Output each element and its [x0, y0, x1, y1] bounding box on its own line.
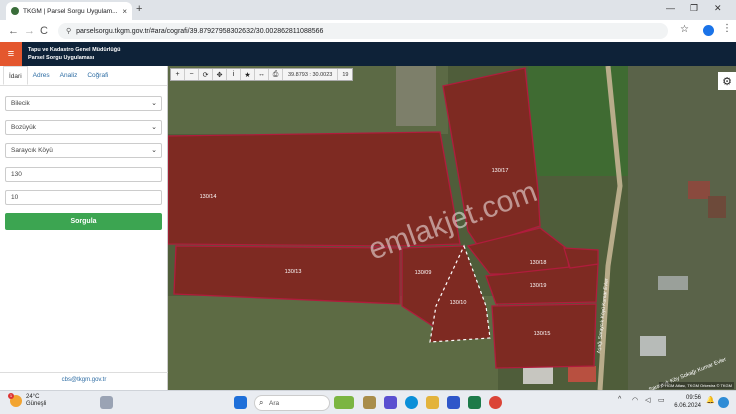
- parcel-label: 130/18: [530, 260, 547, 266]
- browser-tab[interactable]: TKGM | Parsel Sorgu Uygulam... ×: [6, 2, 132, 20]
- store-icon[interactable]: [447, 396, 460, 409]
- system-clock[interactable]: 09:56 6.06.2024: [671, 394, 701, 410]
- parcel-value: 10: [11, 194, 19, 201]
- browser-toolbar: ← → C ⚲ parselsorgu.tkgm.gov.tr/#ara/cog…: [0, 20, 736, 42]
- search-placeholder: Ara: [269, 399, 280, 407]
- chevron-down-icon: ⌄: [151, 100, 157, 107]
- parcel-label: 130/17: [492, 168, 509, 174]
- taskbar-search-input[interactable]: ⌕ Ara: [254, 395, 330, 411]
- weather-desc: Güneşli: [26, 401, 47, 407]
- folder-icon[interactable]: [426, 396, 439, 409]
- tab-cografi[interactable]: Coğrafi: [82, 66, 113, 85]
- locate-icon[interactable]: ✥: [213, 69, 227, 80]
- app-title: Tapu ve Kadastro Genel Müdürlüğü Parsel …: [28, 46, 121, 62]
- panel-tabs: İdari Adres Analiz Coğrafi: [0, 66, 167, 86]
- zoom-level: 19: [342, 71, 349, 78]
- refresh-icon[interactable]: ⟳: [199, 69, 213, 80]
- gear-icon[interactable]: ⚙: [718, 72, 736, 90]
- new-tab-button[interactable]: +: [136, 3, 142, 15]
- address-bar[interactable]: ⚲ parselsorgu.tkgm.gov.tr/#ara/cografi/3…: [58, 23, 668, 39]
- search-icon: ⌕: [259, 398, 264, 407]
- sun-icon: 1: [8, 393, 22, 407]
- province-value: Bilecik: [11, 100, 30, 107]
- chevron-down-icon: ⌄: [151, 124, 157, 131]
- browser-tabbar: TKGM | Parsel Sorgu Uygulam... × + — ❐ ✕: [0, 0, 736, 20]
- weather-temp: 24°C: [26, 394, 40, 400]
- parcel-label: 130/15: [534, 331, 551, 337]
- widgets-icon[interactable]: [100, 396, 113, 409]
- chat-app-icon[interactable]: [384, 396, 397, 409]
- forward-icon[interactable]: →: [24, 25, 35, 37]
- maximize-icon[interactable]: ❐: [690, 3, 698, 14]
- village-value: Saraycık Köyü: [11, 147, 53, 154]
- contact-email-link[interactable]: cbs@tkgm.gov.tr: [0, 372, 168, 390]
- district-select[interactable]: Bozüyük ⌄: [5, 120, 162, 135]
- app-header: ≡ Tapu ve Kadastro Genel Müdürlüğü Parse…: [0, 42, 736, 66]
- bookmark-star-icon[interactable]: ☆: [680, 24, 689, 35]
- query-button[interactable]: Sorgula: [5, 213, 162, 230]
- measure-icon[interactable]: ↔: [255, 69, 269, 80]
- chevron-down-icon: ⌄: [151, 147, 157, 154]
- tab-adres[interactable]: Adres: [28, 66, 55, 85]
- notification-bell-icon[interactable]: 🔔: [706, 396, 715, 404]
- print-icon[interactable]: ⎙: [269, 69, 283, 80]
- edge-browser-icon[interactable]: [405, 396, 418, 409]
- map-attribution: © HGM Atlası, TKGM Orkestra © TKGM: [658, 382, 734, 389]
- profile-avatar[interactable]: [703, 25, 714, 36]
- excel-icon[interactable]: [468, 396, 481, 409]
- notification-badge: 1: [8, 393, 14, 399]
- reload-icon[interactable]: C: [40, 25, 48, 37]
- map-toolbar: + − ⟳ ✥ i ★ ↔ ⎙ 39.8793 : 30.0023 19: [170, 68, 354, 81]
- favorite-star-icon[interactable]: ★: [241, 69, 255, 80]
- back-icon[interactable]: ←: [8, 25, 19, 37]
- copilot-app-icon[interactable]: [334, 396, 354, 409]
- app-title-line1: Tapu ve Kadastro Genel Müdürlüğü: [28, 47, 121, 53]
- parcel-label: 130/10: [450, 300, 467, 306]
- site-info-icon[interactable]: ⚲: [66, 27, 71, 35]
- battery-icon[interactable]: ▭: [658, 396, 665, 404]
- url-text: parselsorgu.tkgm.gov.tr/#ara/cografi/39.…: [76, 27, 324, 35]
- clock-time: 09:56: [685, 395, 701, 401]
- province-select[interactable]: Bilecik ⌄: [5, 96, 162, 111]
- weather-widget[interactable]: 1 24°C Güneşli: [8, 393, 47, 408]
- map-view[interactable]: 130/17 130/14 130/13 130/18 130/19 130/1…: [168, 66, 736, 390]
- parcel-input[interactable]: 10: [5, 190, 162, 205]
- hamburger-menu-icon[interactable]: ≡: [0, 42, 22, 66]
- tab-analiz[interactable]: Analiz: [55, 66, 83, 85]
- village-select[interactable]: Saraycık Köyü ⌄: [5, 143, 162, 158]
- zoom-in-icon[interactable]: +: [171, 69, 185, 80]
- close-window-icon[interactable]: ✕: [714, 3, 722, 14]
- parcel-label: 130/19: [530, 283, 547, 289]
- block-input[interactable]: 130: [5, 167, 162, 182]
- clock-date: 6.06.2024: [674, 403, 701, 409]
- copilot-tray-icon[interactable]: [718, 397, 729, 408]
- block-value: 130: [11, 171, 22, 178]
- satellite-map[interactable]: 130/17 130/14 130/13 130/18 130/19 130/1…: [168, 66, 736, 390]
- tab-title: TKGM | Parsel Sorgu Uygulam...: [23, 7, 118, 15]
- parcel-label: 130/14: [200, 194, 217, 200]
- tab-idari[interactable]: İdari: [3, 66, 28, 85]
- search-panel: İdari Adres Analiz Coğrafi Bilecik ⌄ Boz…: [0, 66, 168, 390]
- browser-menu-icon[interactable]: ⋮: [722, 23, 732, 34]
- parcel-label: 130/09: [415, 270, 432, 276]
- minimize-icon[interactable]: —: [666, 3, 675, 13]
- volume-icon[interactable]: ◁: [645, 396, 650, 404]
- district-value: Bozüyük: [11, 124, 36, 131]
- tab-close-icon[interactable]: ×: [122, 7, 127, 16]
- file-explorer-icon[interactable]: [363, 396, 376, 409]
- wifi-icon[interactable]: ◠: [632, 396, 638, 404]
- coordinate-readout: 39.8793 : 30.0023: [283, 69, 339, 80]
- app-title-line2: Parsel Sorgu Uygulaması: [28, 55, 95, 61]
- chrome-browser-icon[interactable]: [489, 396, 502, 409]
- parcel-label: 130/13: [285, 269, 302, 275]
- site-favicon-icon: [11, 7, 19, 15]
- zoom-out-icon[interactable]: −: [185, 69, 199, 80]
- start-windows-icon[interactable]: [234, 396, 247, 409]
- windows-taskbar: 1 24°C Güneşli ⌕ Ara ^ ◠ ◁ ▭ 09:56 6.06.…: [0, 390, 736, 414]
- screen: TKGM | Parsel Sorgu Uygulam... × + — ❐ ✕…: [0, 0, 736, 414]
- chevron-up-icon[interactable]: ^: [618, 396, 621, 403]
- info-icon[interactable]: i: [227, 69, 241, 80]
